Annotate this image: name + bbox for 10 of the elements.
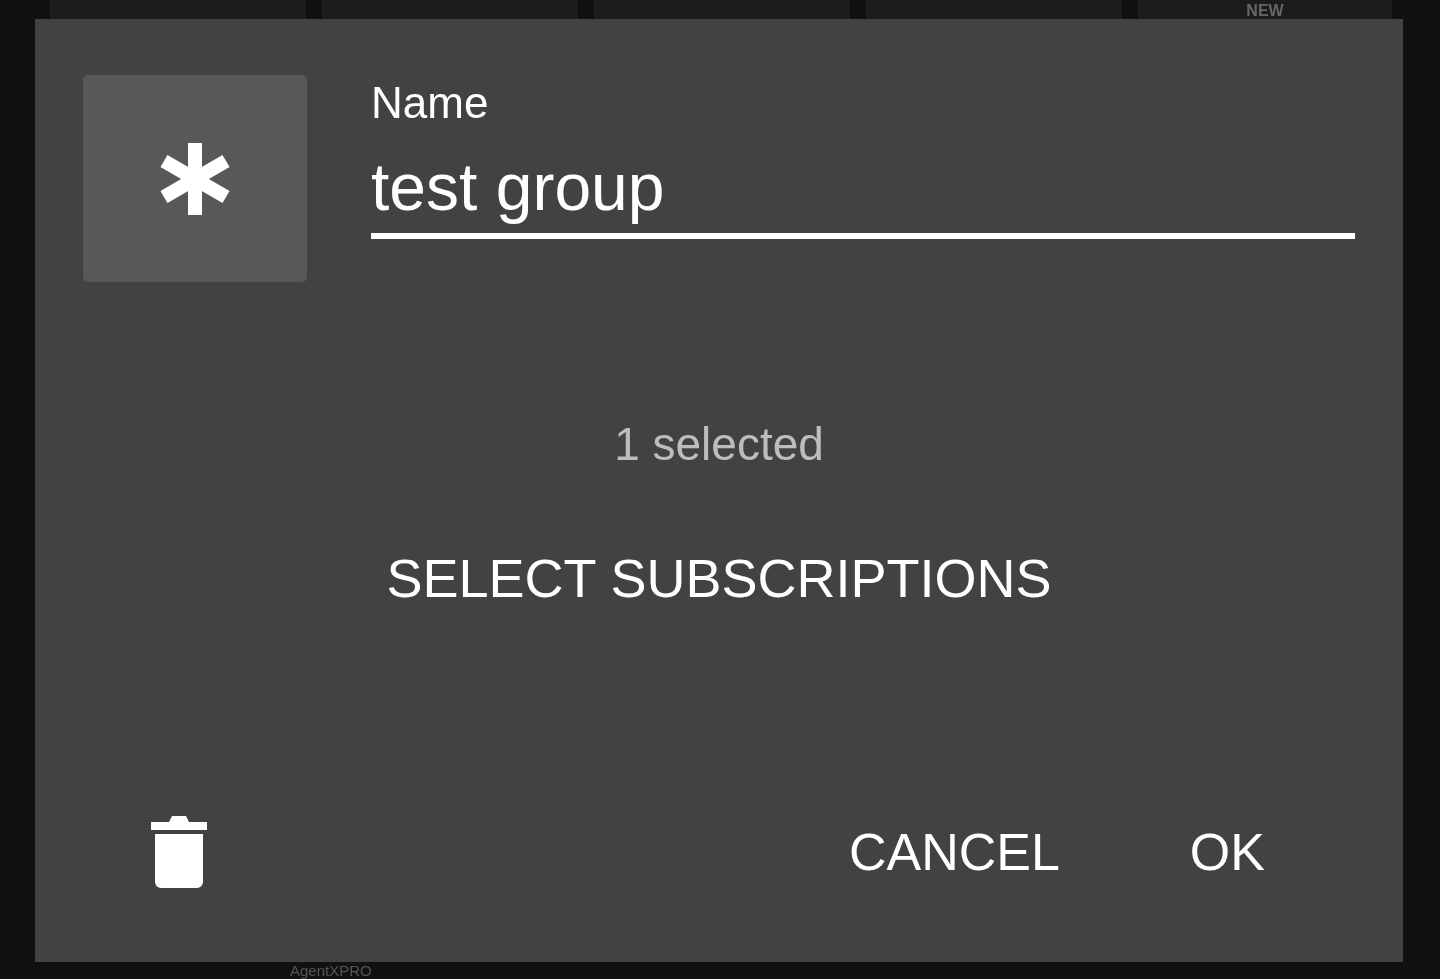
selection-count: 1 selected bbox=[614, 417, 824, 471]
select-subscriptions-button[interactable]: SELECT SUBSCRIPTIONS bbox=[370, 539, 1068, 617]
item-title: AgentXPRO bbox=[290, 962, 372, 979]
dialog-button[interactable]: CANCEL bbox=[838, 814, 1070, 890]
delete-icon[interactable] bbox=[151, 816, 207, 888]
name-field[interactable]: test group bbox=[371, 149, 1355, 239]
group-icon-button[interactable] bbox=[83, 75, 307, 282]
dialog-button[interactable]: OK bbox=[1179, 814, 1275, 890]
name-label: Name bbox=[371, 77, 490, 129]
tile-label: NEW bbox=[1246, 2, 1284, 19]
